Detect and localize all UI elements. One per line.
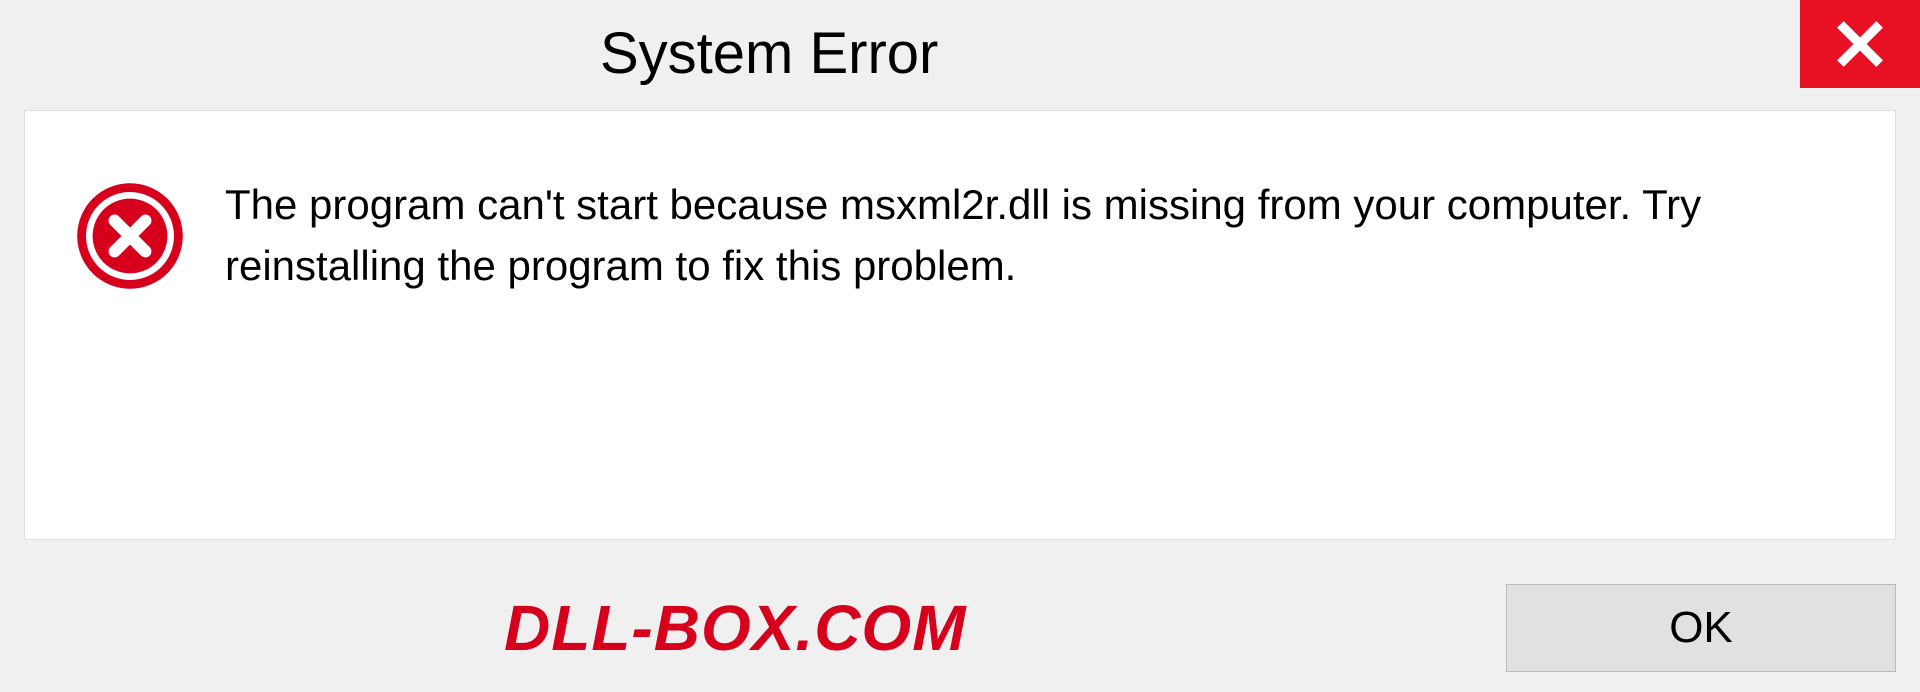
close-button[interactable] (1800, 0, 1920, 88)
ok-button[interactable]: OK (1506, 584, 1896, 672)
close-icon (1832, 16, 1888, 72)
titlebar: System Error (0, 0, 1920, 100)
watermark-text: DLL-BOX.COM (504, 591, 967, 665)
window-title: System Error (600, 20, 938, 87)
error-message: The program can't start because msxml2r.… (225, 171, 1845, 297)
dialog-content: The program can't start because msxml2r.… (24, 110, 1896, 540)
error-icon (75, 181, 185, 291)
dialog-footer: DLL-BOX.COM OK (0, 584, 1920, 672)
